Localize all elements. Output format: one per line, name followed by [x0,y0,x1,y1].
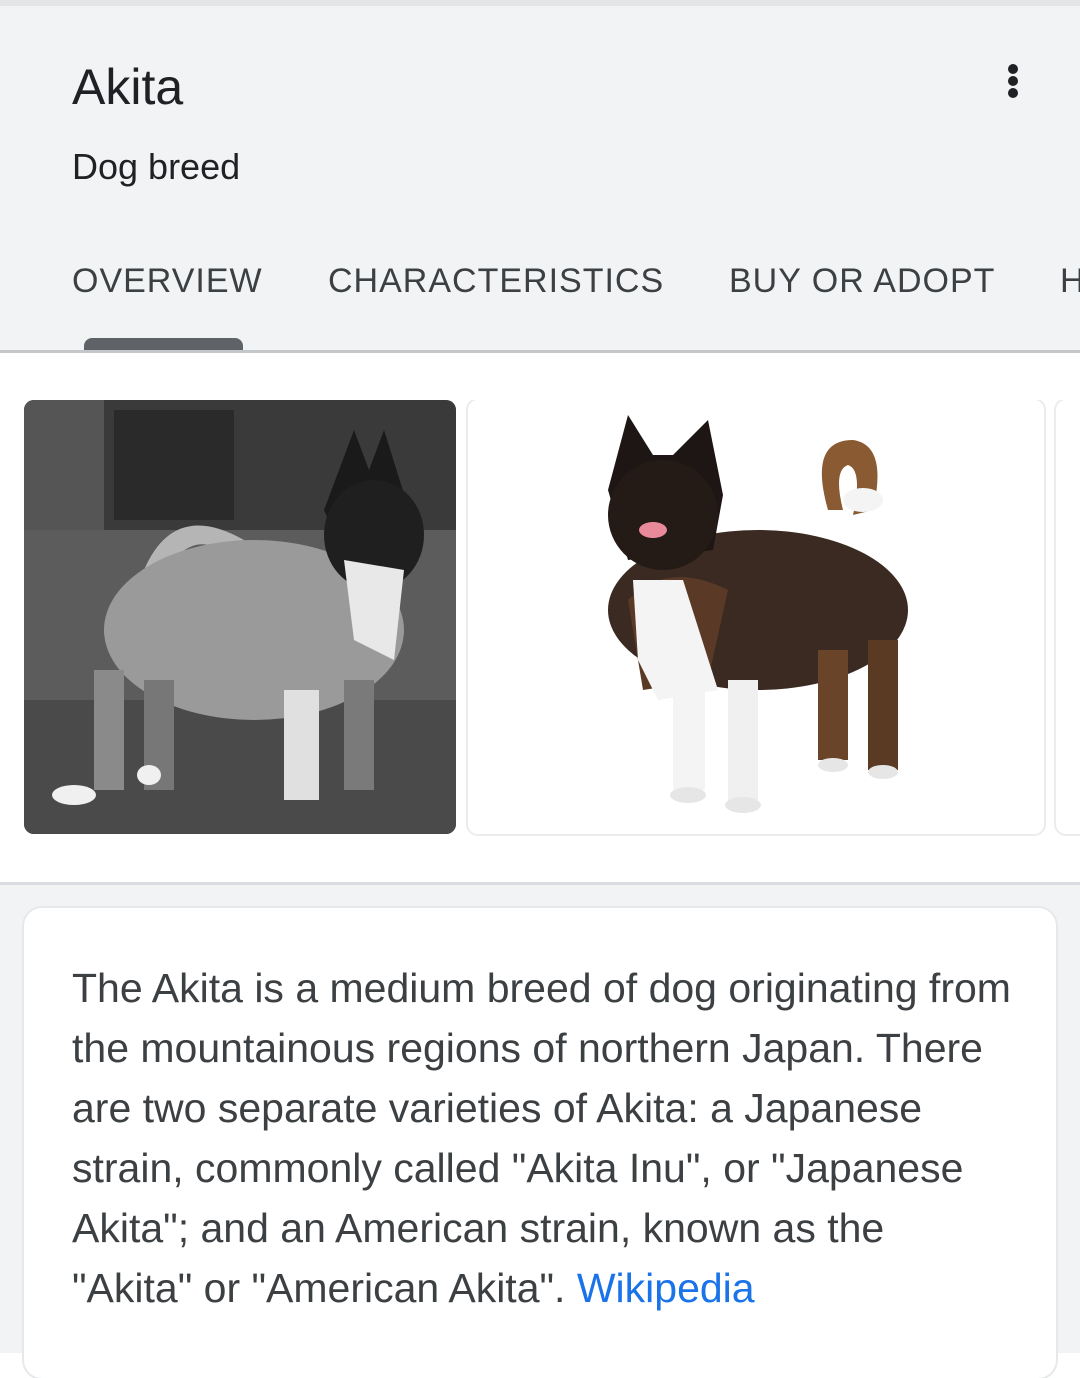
dog-photo-color[interactable] [468,400,1044,834]
dog-photo-grayscale[interactable] [24,400,456,834]
description-body: The Akita is a medium breed of dog origi… [72,965,1011,1311]
image-carousel[interactable] [0,400,1080,836]
entity-subtitle: Dog breed [72,146,241,187]
header-divider [0,350,1080,353]
wikipedia-link[interactable]: Wikipedia [577,1265,755,1311]
tab-partial[interactable]: H [1060,262,1080,301]
tab-characteristics[interactable]: CHARACTERISTICS [328,262,664,301]
description-text: The Akita is a medium breed of dog origi… [72,958,1012,1318]
carousel-next-image[interactable] [1056,400,1080,834]
entity-title: Akita [72,59,184,115]
tab-buy-or-adopt[interactable]: BUY OR ADOPT [729,262,995,301]
more-options-icon[interactable] [994,56,1034,104]
tab-overview[interactable]: OVERVIEW [72,262,263,301]
